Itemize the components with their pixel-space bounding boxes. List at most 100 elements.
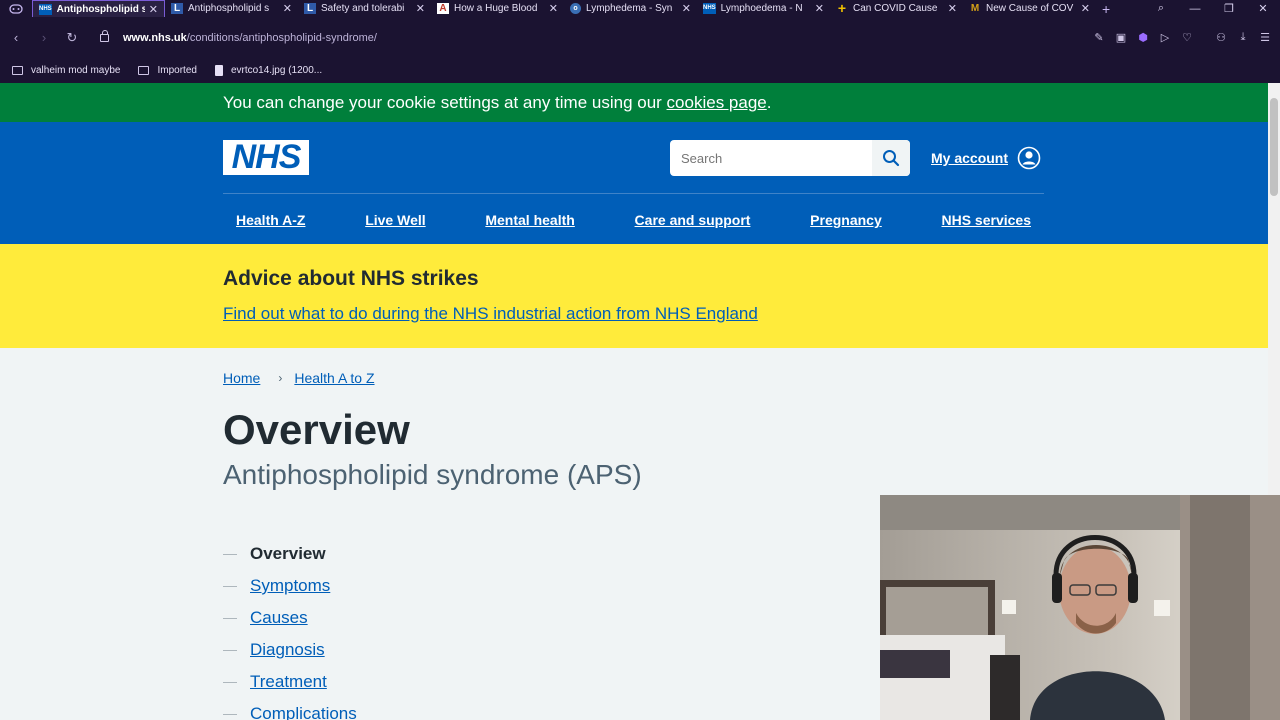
- restore-icon[interactable]: ❐: [1212, 2, 1246, 15]
- tab-title: Safety and tolerabi: [321, 3, 405, 14]
- minimize-icon[interactable]: —: [1178, 3, 1212, 15]
- nav-live-well[interactable]: Live Well: [352, 212, 438, 228]
- cookie-text: You can change your cookie settings at a…: [223, 93, 667, 112]
- bookmark-item[interactable]: Imported: [138, 65, 197, 76]
- tab-1[interactable]: L Antiphospholipid s ✕: [165, 0, 298, 17]
- tab-0[interactable]: NHS Antiphospholipid s ✕: [32, 0, 165, 17]
- breadcrumb-home[interactable]: Home: [223, 370, 260, 386]
- account-label: My account: [931, 150, 1009, 166]
- nav-nhs-services[interactable]: NHS services: [928, 212, 1044, 228]
- contents-link[interactable]: Complications: [250, 704, 357, 720]
- bookmark-item[interactable]: evrtco14.jpg (1200...: [214, 65, 322, 76]
- search-button[interactable]: [872, 140, 910, 176]
- tab-3[interactable]: A How a Huge Blood ✕: [431, 0, 564, 17]
- download-icon[interactable]: ⤓: [1232, 31, 1254, 44]
- url-field[interactable]: www.nhs.uk/conditions/antiphospholipid-s…: [86, 29, 377, 44]
- plus-favicon-icon: +: [837, 0, 847, 16]
- contents-list: Overview Symptoms Causes Diagnosis Treat…: [223, 538, 357, 720]
- nav-mental-health[interactable]: Mental health: [472, 212, 587, 228]
- close-icon[interactable]: ✕: [948, 2, 957, 15]
- dash-icon: [223, 649, 237, 651]
- heart-icon[interactable]: ♡: [1176, 31, 1198, 44]
- strike-heading: Advice about NHS strikes: [223, 267, 479, 290]
- tab-2[interactable]: L Safety and tolerabi ✕: [298, 0, 431, 17]
- my-account-link[interactable]: My account: [931, 146, 1041, 170]
- tab-title: Antiphospholipid s: [188, 3, 270, 14]
- tab-7[interactable]: M New Cause of COV ✕: [963, 0, 1096, 17]
- reload-icon[interactable]: ↻: [58, 30, 86, 46]
- edit-icon[interactable]: ✎: [1088, 31, 1110, 44]
- close-icon[interactable]: ✕: [149, 3, 158, 16]
- l-favicon-icon: L: [171, 3, 183, 14]
- toolbar-icons: ✎ ▣ ⬢ ▷ ♡ ⚇ ⤓ ☰: [1088, 17, 1276, 58]
- page-title: Overview: [223, 406, 410, 453]
- close-icon[interactable]: ✕: [549, 2, 558, 15]
- tab-4[interactable]: o Lymphedema - Syn ✕: [564, 0, 697, 17]
- nav-care-and-support[interactable]: Care and support: [622, 212, 764, 228]
- search-tabs-icon[interactable]: ⌕: [1144, 2, 1178, 15]
- tab-6[interactable]: + Can COVID Cause ✕: [830, 0, 963, 17]
- folder-icon: [138, 66, 150, 75]
- cookie-message: You can change your cookie settings at a…: [223, 93, 771, 113]
- breadcrumb-health-a-to-z[interactable]: Health A to Z: [294, 370, 374, 386]
- nav-health-a-z[interactable]: Health A-Z: [223, 212, 318, 228]
- camera-icon[interactable]: ▣: [1110, 31, 1132, 44]
- logo-text: NHS: [231, 138, 302, 176]
- webcam-overlay: [880, 495, 1280, 720]
- gamepad-icon[interactable]: [0, 0, 32, 17]
- strike-banner: Advice about NHS strikes Find out what t…: [0, 244, 1268, 348]
- settings-icon[interactable]: ☰: [1254, 31, 1276, 44]
- webcam-person-image: [880, 495, 1280, 720]
- search-icon: [883, 150, 900, 167]
- lock-icon: [100, 29, 109, 42]
- close-icon[interactable]: ✕: [815, 2, 824, 15]
- send-icon[interactable]: ▷: [1154, 31, 1176, 44]
- window-close-icon[interactable]: ✕: [1246, 2, 1280, 15]
- contents-item-complications: Complications: [223, 698, 357, 720]
- cookies-page-link[interactable]: cookies page: [667, 93, 767, 112]
- tab-5[interactable]: NHS Lymphoedema - N ✕: [697, 0, 830, 17]
- file-icon: [214, 65, 223, 76]
- dash-icon: [223, 585, 237, 587]
- url-host: www.nhs.uk: [123, 31, 187, 44]
- profile-icon[interactable]: ⚇: [1210, 31, 1232, 44]
- contents-link[interactable]: Symptoms: [250, 576, 330, 596]
- dash-icon: [223, 553, 237, 555]
- cookie-suffix: .: [766, 93, 772, 112]
- back-icon[interactable]: ‹: [2, 30, 30, 45]
- contents-link[interactable]: Treatment: [250, 672, 327, 692]
- contents-item-symptoms: Symptoms: [223, 570, 357, 602]
- close-icon[interactable]: ✕: [1081, 2, 1090, 15]
- bookmark-label: Imported: [157, 65, 197, 76]
- contents-link[interactable]: Causes: [250, 608, 308, 628]
- site-header: NHS My account Health A-Z Live Well Ment…: [0, 122, 1268, 244]
- strike-link[interactable]: Find out what to do during the NHS indus…: [223, 304, 758, 324]
- forward-icon[interactable]: ›: [30, 30, 58, 45]
- dash-icon: [223, 681, 237, 683]
- tab-title: Lymphedema - Syn: [586, 3, 673, 14]
- new-tab-plus-icon[interactable]: +: [1102, 1, 1110, 17]
- shield-icon[interactable]: ⬢: [1132, 31, 1154, 44]
- tab-title: New Cause of COV: [986, 3, 1074, 14]
- tab-title: How a Huge Blood: [454, 3, 538, 14]
- scrollbar-thumb[interactable]: [1270, 98, 1278, 196]
- close-icon[interactable]: ✕: [283, 2, 292, 15]
- contents-item-diagnosis: Diagnosis: [223, 634, 357, 666]
- dash-icon: [223, 617, 237, 619]
- close-icon[interactable]: ✕: [682, 2, 691, 15]
- close-icon[interactable]: ✕: [416, 2, 425, 15]
- tab-title: Can COVID Cause: [853, 3, 938, 14]
- contents-item-treatment: Treatment: [223, 666, 357, 698]
- folder-icon: [12, 66, 23, 75]
- search-input[interactable]: [670, 140, 872, 176]
- bookmark-item[interactable]: valheim mod maybe: [12, 65, 120, 76]
- contents-link[interactable]: Diagnosis: [250, 640, 325, 660]
- nhs-logo[interactable]: NHS: [223, 140, 309, 175]
- url-path: /conditions/antiphospholipid-syndrome/: [186, 31, 377, 44]
- m-favicon-icon: M: [970, 3, 980, 14]
- bookmark-label: valheim mod maybe: [31, 65, 121, 76]
- nav-pregnancy[interactable]: Pregnancy: [797, 212, 895, 228]
- user-icon: [1017, 146, 1041, 170]
- page-subtitle: Antiphospholipid syndrome (APS): [223, 459, 642, 490]
- breadcrumb: Home › Health A to Z: [223, 370, 375, 386]
